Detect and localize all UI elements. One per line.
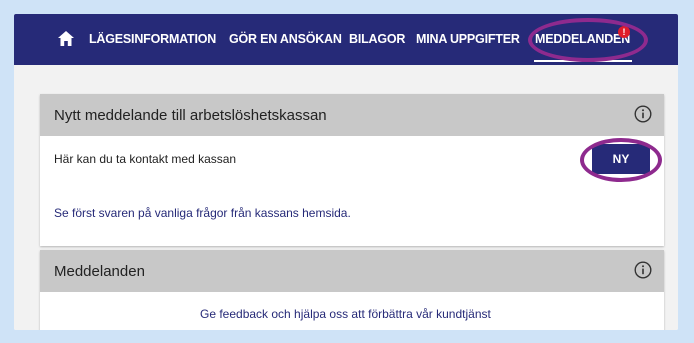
- faq-link[interactable]: Se först svaren på vanliga frågor från k…: [54, 206, 351, 220]
- feedback-link[interactable]: Ge feedback och hjälpa oss att förbättra…: [200, 307, 491, 321]
- new-message-card-title: Nytt meddelande till arbetslöshetskassan: [54, 107, 327, 124]
- nav-mina-uppgifter[interactable]: MINA UPPGIFTER: [416, 32, 520, 46]
- new-message-card: Nytt meddelande till arbetslöshetskassan…: [40, 94, 664, 246]
- messages-card-header: Meddelanden: [40, 250, 664, 292]
- info-icon[interactable]: [634, 261, 652, 279]
- messages-card: Meddelanden Ge feedback och hjälpa oss a…: [40, 250, 664, 330]
- app-frame: LÄGESINFORMATION GÖR EN ANSÖKAN BILAGOR …: [14, 14, 678, 330]
- new-message-card-header: Nytt meddelande till arbetslöshetskassan: [40, 94, 664, 136]
- nav-lagesinformation[interactable]: LÄGESINFORMATION: [89, 32, 216, 46]
- highlight-meddelanden: [528, 18, 648, 62]
- messages-card-title: Meddelanden: [54, 263, 145, 280]
- nav-bilagor[interactable]: BILAGOR: [349, 32, 405, 46]
- highlight-ny-button: [580, 138, 662, 182]
- contact-text: Här kan du ta kontakt med kassan: [54, 152, 237, 166]
- home-icon[interactable]: [58, 30, 74, 47]
- main-content: Nytt meddelande till arbetslöshetskassan…: [14, 65, 678, 330]
- info-icon[interactable]: [634, 105, 652, 123]
- nav-gor-en-ansokan[interactable]: GÖR EN ANSÖKAN: [229, 32, 342, 46]
